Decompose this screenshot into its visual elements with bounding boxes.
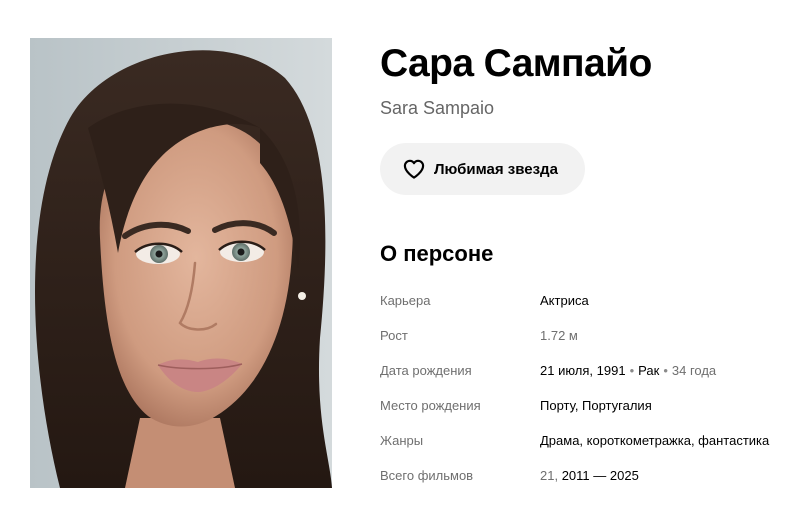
fact-row-total-films: Всего фильмов 21, 2011 — 2025: [380, 458, 792, 493]
fact-label: Всего фильмов: [380, 468, 474, 483]
birth-place-link[interactable]: Порту, Португалия: [540, 398, 652, 413]
favorite-star-button[interactable]: Любимая звезда: [380, 143, 585, 195]
fact-row-career: Карьера Актриса: [380, 283, 792, 318]
fact-row-height: Рост 1.72 м: [380, 318, 792, 353]
zodiac-link[interactable]: Рак: [638, 363, 659, 378]
heart-icon: [403, 159, 425, 179]
birth-date-link[interactable]: 21 июля, 1991: [540, 363, 626, 378]
favorite-star-label: Любимая звезда: [434, 160, 558, 178]
fact-row-birth-date: Дата рождения 21 июля, 1991 • Рак • 34 года: [380, 353, 792, 388]
facts-list: Карьера Актриса Рост 1.72 м Дата рождени…: [380, 283, 792, 493]
fact-label: Место рождения: [380, 398, 481, 413]
total-films-value: 21, 2011 — 2025: [540, 468, 639, 483]
films-years-link[interactable]: 2011 — 2025: [562, 468, 639, 483]
genres-links[interactable]: Драма, короткометражка, фантастика: [540, 433, 769, 448]
fact-label: Дата рождения: [380, 363, 472, 378]
fact-label: Карьера: [380, 293, 431, 308]
person-photo: [30, 38, 332, 488]
separator-dot: •: [629, 363, 635, 378]
age-value: 34 года: [671, 363, 717, 378]
about-section-title: О персоне: [380, 241, 494, 266]
birth-date-value: 21 июля, 1991 • Рак • 34 года: [540, 363, 716, 378]
person-name: Сара Сампайо: [380, 42, 652, 85]
separator-dot: •: [663, 363, 668, 378]
fact-row-genres: Жанры Драма, короткометражка, фантастика: [380, 423, 792, 458]
height-value: 1.72 м: [540, 328, 578, 343]
fact-row-birth-place: Место рождения Порту, Португалия: [380, 388, 792, 423]
person-info: Сара Сампайо Sara Sampaio Любимая звезда…: [380, 38, 792, 493]
fact-label: Рост: [380, 328, 408, 343]
person-original-name: Sara Sampaio: [380, 98, 495, 118]
films-count: 21,: [540, 468, 559, 483]
fact-label: Жанры: [380, 433, 424, 448]
career-link[interactable]: Актриса: [540, 293, 589, 308]
